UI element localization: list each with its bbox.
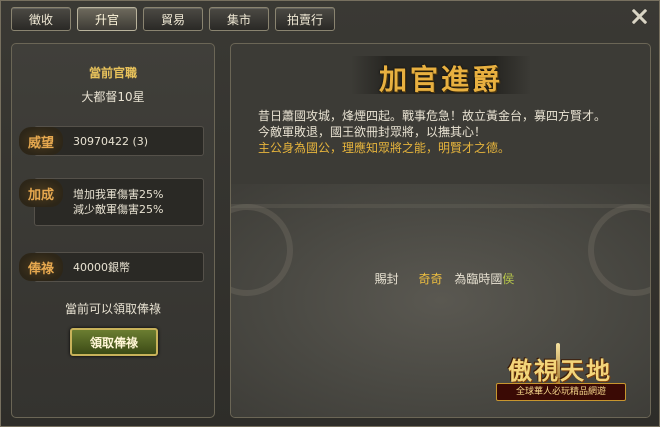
story-line-2: 今敵軍敗退，國王欲冊封眾將，以撫其心！: [258, 125, 487, 139]
game-logo: 傲視天地 全球華人必玩精品網遊: [480, 343, 640, 405]
prestige-label: 威望: [19, 127, 63, 155]
logo-title: 傲視天地: [508, 357, 612, 385]
rank-value: 大都督10星: [81, 90, 145, 104]
tab-auction[interactable]: 拍賣行: [275, 7, 335, 31]
tab-bar: 徵收 升官 貿易 集市 拍賣行: [11, 7, 335, 31]
claim-salary-button[interactable]: 領取俸祿: [70, 328, 158, 356]
logo-subtitle: 全球華人必玩精品網遊: [496, 383, 626, 401]
prestige-box: 威望 30970422 (3): [19, 126, 204, 156]
title-banner: 加官進爵: [351, 56, 531, 96]
current-rank-panel: 當前官職 大都督10星 威望 30970422 (3) 加成 增加我軍傷害25%…: [11, 43, 215, 418]
bonus-label: 加成: [19, 179, 63, 207]
story-line-1: 昔日蕭國攻城，烽煙四起。戰事危急！故立黃金台，募四方賢才。: [258, 109, 607, 123]
story-line-3: 主公身為國公，理應知眾將之能，明賢才之德。: [258, 141, 511, 155]
bonus-box: 加成 增加我軍傷害25% 減少敵軍傷害25%: [19, 178, 204, 226]
bonus-line-2: 減少敵軍傷害25%: [73, 203, 164, 216]
tab-collect[interactable]: 徵收: [11, 7, 71, 31]
award-title: 侯: [502, 272, 515, 286]
award-prefix: 賜封: [374, 272, 399, 286]
award-text-body: 為臨時國: [454, 272, 503, 286]
story-text: 昔日蕭國攻城，烽煙四起。戰事危急！故立黃金台，募四方賢才。 今敵軍敗退，國王欲冊…: [258, 108, 638, 156]
game-window: 徵收 升官 貿易 集市 拍賣行 當前官職 大都督10星 威望 30970422 …: [0, 0, 660, 427]
bonus-line-1: 增加我軍傷害25%: [73, 188, 164, 201]
ornament-bar: [231, 204, 650, 208]
tab-trade[interactable]: 貿易: [143, 7, 203, 31]
salary-box: 俸祿 40000銀幣: [19, 252, 204, 282]
tab-promotion[interactable]: 升官: [77, 7, 137, 31]
tab-market[interactable]: 集市: [209, 7, 269, 31]
award-text: 賜封 奇奇 為臨時國侯: [231, 270, 650, 287]
promotion-panel: 加官進爵 昔日蕭國攻城，烽煙四起。戰事危急！故立黃金台，募四方賢才。 今敵軍敗退…: [230, 43, 651, 418]
close-icon[interactable]: [631, 8, 647, 24]
panel-title: 當前官職: [88, 66, 137, 80]
salary-value: 40000銀幣: [73, 261, 130, 274]
prestige-value: 30970422 (3): [73, 135, 149, 148]
award-player-name: 奇奇: [418, 272, 443, 286]
claim-notice: 當前可以領取俸祿: [64, 302, 161, 316]
salary-label: 俸祿: [19, 253, 63, 281]
banner-title: 加官進爵: [378, 63, 503, 96]
